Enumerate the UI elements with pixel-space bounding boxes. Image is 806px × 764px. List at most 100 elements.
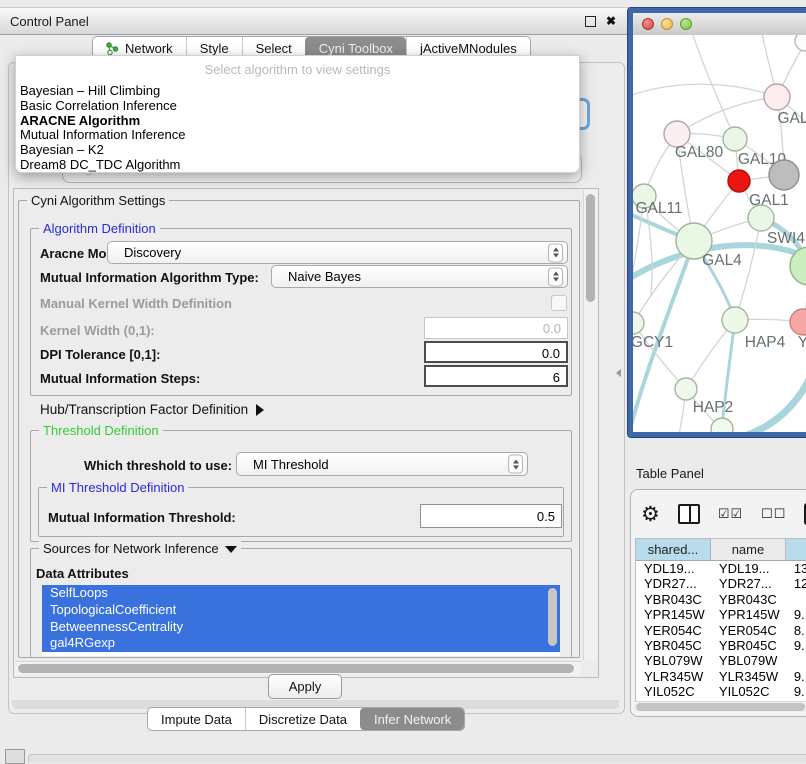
bottom-tab-infer-network[interactable]: Infer Network xyxy=(360,708,464,730)
close-icon[interactable]: ✖ xyxy=(606,15,616,27)
table-cell[interactable]: 9. xyxy=(786,669,806,684)
network-node-hap2[interactable] xyxy=(675,378,697,400)
vertical-scrollbar[interactable] xyxy=(583,190,597,660)
network-edge[interactable] xyxy=(633,84,777,97)
hub-definition-section[interactable]: Hub/Transcription Factor Definition xyxy=(40,402,264,417)
data-attribute-item[interactable]: SelfLoops xyxy=(42,585,560,602)
table-cell[interactable]: YIL052C xyxy=(636,684,711,699)
table-row[interactable]: YBR045CYBR045C9. xyxy=(636,638,806,653)
select-all-icon[interactable]: ☑☑ xyxy=(718,506,743,522)
data-attribute-item[interactable]: BetweennessCentrality xyxy=(42,619,560,636)
deselect-all-icon[interactable]: ☐☐ xyxy=(761,506,786,522)
dpi-tolerance-field[interactable]: 0.0 xyxy=(424,341,568,363)
network-node[interactable] xyxy=(711,418,733,432)
table-row[interactable]: YLR345WYLR345W9. xyxy=(636,669,806,684)
table-cell[interactable]: YLR345W xyxy=(711,669,786,684)
data-attribute-item[interactable]: gal4RGexp xyxy=(42,635,560,652)
network-node-gal10[interactable] xyxy=(723,127,747,151)
table-row[interactable]: YER054CYER054C8. xyxy=(636,623,806,638)
table-column-header[interactable]: name xyxy=(711,539,786,560)
table-cell[interactable]: YBR045C xyxy=(636,638,711,653)
network-edge[interactable] xyxy=(691,35,735,139)
table-cell[interactable]: 13 xyxy=(786,561,806,576)
table-row[interactable]: YDL19...YDL19...13 xyxy=(636,561,806,576)
network-window[interactable]: GALGAL80GAL10GAL1SWI4GAL11GAL4GCY1HAP4YH… xyxy=(628,8,806,437)
mi-algorithm-type-combo[interactable]: Naive Bayes xyxy=(271,265,568,288)
network-edge[interactable] xyxy=(677,97,777,134)
network-canvas[interactable]: GALGAL80GAL10GAL1SWI4GAL11GAL4GCY1HAP4YH… xyxy=(633,35,806,432)
network-node-y[interactable] xyxy=(790,309,806,335)
table-cell[interactable]: YBR045C xyxy=(711,638,786,653)
aracne-mode-combo[interactable]: Discovery xyxy=(107,241,568,264)
kernel-width-field[interactable]: 0.0 xyxy=(424,317,568,339)
algorithm-option[interactable]: Basic Correlation Inference xyxy=(16,99,579,114)
table-column-header[interactable]: shared... xyxy=(636,539,711,560)
algorithm-option[interactable]: Bayesian – K2 xyxy=(16,143,579,158)
table-cell[interactable]: YBR043C xyxy=(711,592,786,607)
table-row[interactable]: YPR145WYPR145W9. xyxy=(636,607,806,622)
bottom-tab-discretize-data[interactable]: Discretize Data xyxy=(245,708,360,730)
list-scrollbar-thumb[interactable] xyxy=(548,588,557,646)
sources-title[interactable]: Sources for Network Inference xyxy=(39,541,241,556)
table-cell[interactable] xyxy=(786,653,806,668)
table-cell[interactable]: YPR145W xyxy=(711,607,786,622)
table-cell[interactable]: 9. xyxy=(786,684,806,699)
close-traffic-light-icon[interactable] xyxy=(642,18,654,30)
gear-icon[interactable]: ⚙ xyxy=(641,504,660,525)
data-attributes-list[interactable]: SelfLoopsTopologicalCoefficientBetweenne… xyxy=(42,585,560,656)
manual-kernel-width-checkbox[interactable] xyxy=(551,295,567,311)
network-edge[interactable] xyxy=(741,373,806,432)
mi-steps-field[interactable]: 6 xyxy=(424,365,568,387)
table-row[interactable]: YIL052CYIL052C9. xyxy=(636,684,806,699)
data-attribute-item[interactable]: TopologicalCoefficient xyxy=(42,602,560,619)
table-cell[interactable]: YDL19... xyxy=(711,561,786,576)
apply-button[interactable]: Apply xyxy=(268,674,342,699)
network-node-hap4[interactable] xyxy=(722,307,748,333)
table-cell[interactable] xyxy=(786,592,806,607)
table-row[interactable]: YBL079WYBL079W xyxy=(636,653,806,668)
algorithm-option[interactable]: ARACNE Algorithm xyxy=(16,114,579,129)
table-cell[interactable]: 9. xyxy=(786,638,806,653)
bottom-tab-impute-data[interactable]: Impute Data xyxy=(148,708,245,730)
table-cell[interactable]: YIL052C xyxy=(711,684,786,699)
algorithm-option[interactable]: Dream8 DC_TDC Algorithm xyxy=(16,158,579,173)
network-node-gcy1[interactable] xyxy=(633,312,644,334)
table-cell[interactable]: YBL079W xyxy=(636,653,711,668)
network-node[interactable] xyxy=(795,35,806,51)
zoom-traffic-light-icon[interactable] xyxy=(680,18,692,30)
which-threshold-combo[interactable]: MI Threshold xyxy=(236,452,528,476)
table-cell[interactable]: YDR27... xyxy=(711,576,786,591)
collapse-down-icon[interactable] xyxy=(225,546,237,553)
table-cell[interactable]: 12 xyxy=(786,576,806,591)
splitpane-collapse-icon[interactable] xyxy=(616,369,621,377)
table-cell[interactable]: 9. xyxy=(786,607,806,622)
vertical-scrollbar-thumb[interactable] xyxy=(586,194,595,302)
horizontal-scrollbar-thumb[interactable] xyxy=(18,664,574,673)
table-cell[interactable]: YER054C xyxy=(711,623,786,638)
network-node-gal1[interactable] xyxy=(728,170,750,192)
table-cell[interactable]: YPR145W xyxy=(636,607,711,622)
network-node-gal[interactable] xyxy=(764,84,790,110)
algorithm-option[interactable]: Mutual Information Inference xyxy=(16,128,579,143)
network-node[interactable] xyxy=(769,160,799,190)
columns-icon[interactable] xyxy=(678,504,700,524)
table-column-header[interactable] xyxy=(786,539,806,560)
network-edge[interactable] xyxy=(735,218,761,320)
table-cell[interactable]: YLR345W xyxy=(636,669,711,684)
table-cell[interactable]: YBL079W xyxy=(711,653,786,668)
network-window-titlebar[interactable] xyxy=(633,13,806,36)
table-scrollbar-thumb[interactable] xyxy=(636,703,805,711)
table-cell[interactable]: YDR27... xyxy=(636,576,711,591)
mi-threshold-field[interactable]: 0.5 xyxy=(420,504,562,528)
table-row[interactable]: YDR27...YDR27...12 xyxy=(636,576,806,591)
table-cell[interactable]: 8. xyxy=(786,623,806,638)
table-cell[interactable]: YER054C xyxy=(636,623,711,638)
table-row[interactable]: YBR043CYBR043C xyxy=(636,592,806,607)
network-node-swi4[interactable] xyxy=(748,205,774,231)
table-cell[interactable]: YBR043C xyxy=(636,592,711,607)
expand-right-icon[interactable] xyxy=(256,404,264,416)
algorithm-option[interactable]: Bayesian – Hill Climbing xyxy=(16,84,579,99)
table-cell[interactable]: YDL19... xyxy=(636,561,711,576)
float-window-icon[interactable] xyxy=(585,16,596,27)
horizontal-scrollbar[interactable] xyxy=(15,661,581,675)
